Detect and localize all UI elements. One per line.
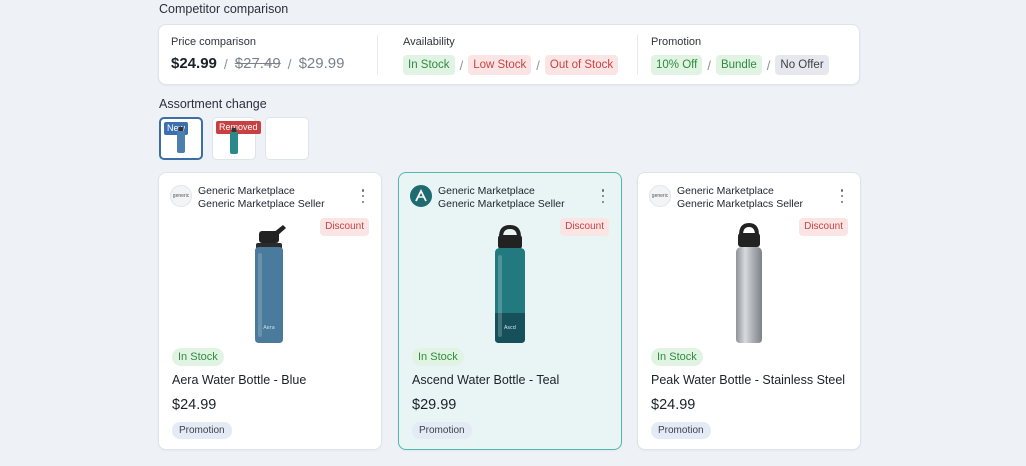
separator: / xyxy=(223,55,228,72)
promotion-chip-10-off: 10% Off xyxy=(651,55,703,75)
availability-row: In Stock / Low Stock / Out of Stock xyxy=(403,55,619,75)
assortment-thumb-empty[interactable] xyxy=(265,117,309,160)
svg-text:Aera: Aera xyxy=(263,325,275,331)
competitor-comparison-title: Competitor comparison xyxy=(159,2,289,16)
blue-bottle-icon xyxy=(177,127,185,153)
availability-chip-out-of-stock: Out of Stock xyxy=(544,55,619,75)
promotion-chip-no-offer: No Offer xyxy=(775,55,829,75)
stock-badge: In Stock xyxy=(412,348,464,366)
seller-logo-text: generic xyxy=(651,193,669,199)
competitor-price-2: $29.99 xyxy=(298,55,345,72)
discount-badge: Discount xyxy=(560,218,609,236)
column-divider xyxy=(637,35,638,75)
competitor-comparison-card: Price comparison $24.99 / $27.49 / $29.9… xyxy=(158,24,860,85)
discount-badge: Discount xyxy=(320,218,369,236)
seller-subtitle: Generic Marketplace Seller xyxy=(198,198,325,210)
product-name[interactable]: Ascend Water Bottle - Teal xyxy=(412,373,559,387)
product-name[interactable]: Peak Water Bottle - Stainless Steel xyxy=(651,373,845,387)
ascend-logo-icon xyxy=(415,189,427,202)
separator: / xyxy=(766,57,771,73)
stock-badge: In Stock xyxy=(651,348,703,366)
seller-name: Generic Marketplace xyxy=(438,185,535,197)
assortment-thumb-removed[interactable]: Removed xyxy=(212,117,261,160)
separator: / xyxy=(459,57,464,73)
more-options-icon[interactable] xyxy=(838,189,846,203)
svg-text:Ascd: Ascd xyxy=(504,325,516,331)
competitor-price-1: $27.49 xyxy=(234,55,281,72)
promotion-badge: Promotion xyxy=(412,422,472,439)
promotion-chip-bundle: Bundle xyxy=(715,55,762,75)
seller-subtitle: Generic Marketplace Seller xyxy=(438,198,565,210)
product-image: Aera xyxy=(255,225,286,343)
promotion-badge: Promotion xyxy=(651,422,711,439)
price-comparison-label: Price comparison xyxy=(171,36,256,48)
seller-name: Generic Marketplace xyxy=(677,185,774,197)
price-comparison-row: $24.99 / $27.49 / $29.99 xyxy=(171,55,344,72)
product-card[interactable]: generic Generic Marketplace Generic Mark… xyxy=(158,172,382,450)
product-card[interactable]: generic Generic Marketplace Generic Mark… xyxy=(637,172,861,450)
seller-logo: generic xyxy=(649,185,671,207)
assortment-change-title: Assortment change xyxy=(159,97,267,111)
product-card-selected[interactable]: Generic Marketplace Generic Marketplace … xyxy=(398,172,622,450)
more-options-icon[interactable] xyxy=(599,189,607,203)
availability-chip-low-stock: Low Stock xyxy=(468,55,532,75)
seller-subtitle: Generic Marketplacs Seller xyxy=(677,198,804,210)
seller-logo-text: generic xyxy=(172,193,190,199)
promotion-badge: Promotion xyxy=(172,422,232,439)
separator: / xyxy=(287,55,292,72)
separator: / xyxy=(536,57,540,73)
assortment-thumb-new[interactable]: New xyxy=(159,117,203,160)
teal-bottle-icon xyxy=(230,128,238,154)
product-price: $29.99 xyxy=(412,397,457,413)
product-name[interactable]: Aera Water Bottle - Blue xyxy=(172,373,306,387)
our-price: $24.99 xyxy=(171,55,217,72)
product-image: Ascd xyxy=(495,224,525,343)
seller-logo: generic xyxy=(170,185,192,207)
availability-label: Availability xyxy=(403,36,455,48)
promotion-label: Promotion xyxy=(651,36,702,48)
seller-name: Generic Marketplace xyxy=(198,185,295,197)
seller-logo xyxy=(410,185,432,207)
more-options-icon[interactable] xyxy=(359,189,367,203)
promotion-row: 10% Off / Bundle / No Offer xyxy=(651,55,829,75)
separator: / xyxy=(707,57,711,73)
product-price: $24.99 xyxy=(172,397,217,413)
discount-badge: Discount xyxy=(799,218,848,236)
product-price: $24.99 xyxy=(651,397,696,413)
stock-badge: In Stock xyxy=(172,348,224,366)
product-image xyxy=(736,223,762,343)
availability-chip-in-stock: In Stock xyxy=(403,55,455,75)
column-divider xyxy=(377,35,378,75)
